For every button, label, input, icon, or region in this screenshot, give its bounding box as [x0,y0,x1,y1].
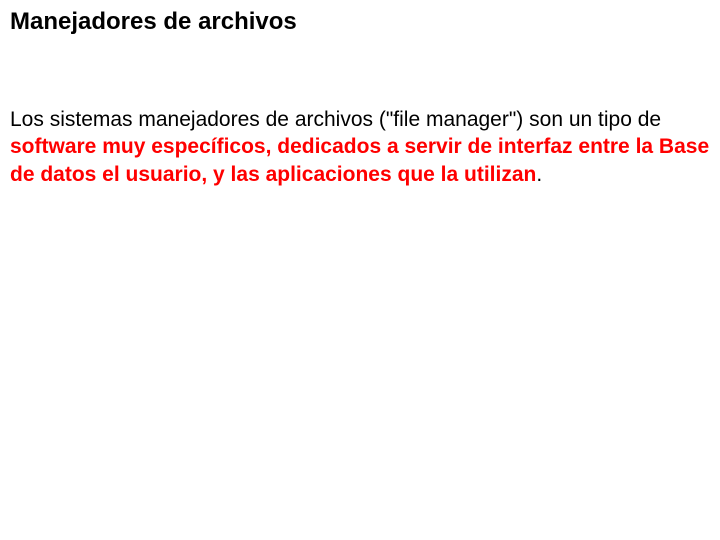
page-title: Manejadores de archivos [10,8,710,36]
period-text: . [536,163,542,186]
highlight-text: software muy específicos, dedicados a se… [10,135,709,185]
body-paragraph: Los sistemas manejadores de archivos ("f… [10,106,710,188]
intro-text: Los sistemas manejadores de archivos ("f… [10,108,661,131]
